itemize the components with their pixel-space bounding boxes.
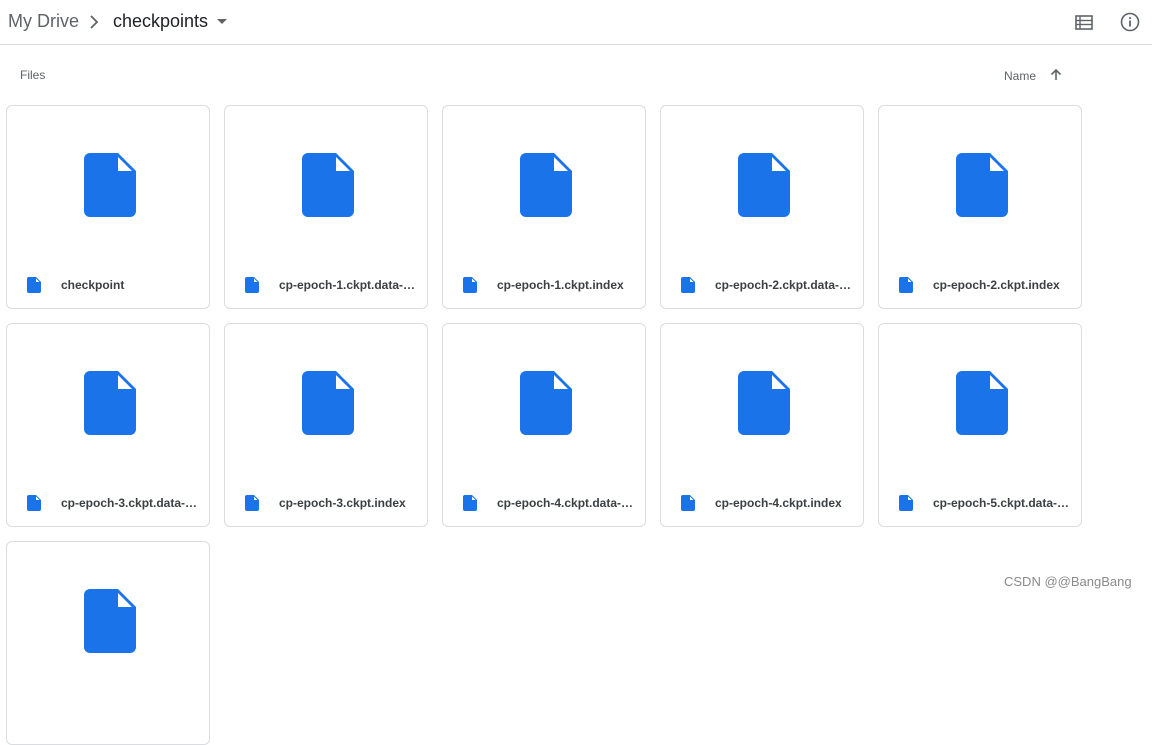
chevron-right-icon: [90, 15, 99, 29]
file-name: cp-epoch-1.ckpt.index: [497, 278, 624, 292]
file-card[interactable]: cp-epoch-1.ckpt.index: [442, 105, 646, 309]
file-icon: [84, 153, 136, 217]
section-title: Files: [20, 68, 46, 82]
file-icon: [245, 277, 259, 293]
file-icon: [738, 371, 790, 435]
file-card[interactable]: cp-epoch-4.ckpt.data-00000-of-00001: [442, 323, 646, 527]
file-card[interactable]: cp-epoch-1.ckpt.data-00000-of-00001: [224, 105, 428, 309]
watermark: CSDN @@BangBang: [1004, 574, 1132, 589]
file-title-row: cp-epoch-1.ckpt.data-00000-of-00001: [225, 274, 427, 300]
file-title-row: cp-epoch-3.ckpt.data-00000-of-00001: [7, 492, 209, 518]
file-title-row: cp-epoch-3.ckpt.index: [225, 492, 427, 518]
file-name: checkpoint: [61, 278, 125, 292]
file-name: cp-epoch-3.ckpt.data-00000-of-00001: [61, 496, 199, 510]
file-icon: [463, 277, 477, 293]
file-name: cp-epoch-5.ckpt.data-00000-of-00001: [933, 496, 1071, 510]
file-card[interactable]: [6, 541, 210, 745]
file-icon: [520, 371, 572, 435]
file-card[interactable]: cp-epoch-4.ckpt.index: [660, 323, 864, 527]
caret-down-icon[interactable]: [217, 19, 227, 25]
file-card[interactable]: cp-epoch-5.ckpt.data-00000-of-00001: [878, 323, 1082, 527]
file-title-row: cp-epoch-5.ckpt.data-00000-of-00001: [879, 492, 1081, 518]
file-icon: [681, 277, 695, 293]
file-card[interactable]: cp-epoch-3.ckpt.data-00000-of-00001: [6, 323, 210, 527]
breadcrumb-my-drive[interactable]: My Drive: [8, 11, 79, 32]
file-icon: [84, 371, 136, 435]
file-icon: [899, 277, 913, 293]
file-card[interactable]: cp-epoch-2.ckpt.data-00000-of-00001: [660, 105, 864, 309]
file-name: cp-epoch-3.ckpt.index: [279, 496, 406, 510]
file-name: cp-epoch-1.ckpt.data-00000-of-00001: [279, 278, 417, 292]
file-title-row: cp-epoch-2.ckpt.index: [879, 274, 1081, 300]
file-icon: [463, 495, 477, 511]
file-icon: [302, 153, 354, 217]
arrow-up-icon[interactable]: [1048, 67, 1064, 83]
file-icon: [899, 495, 913, 511]
file-name: cp-epoch-2.ckpt.index: [933, 278, 1060, 292]
file-title-row: cp-epoch-1.ckpt.index: [443, 274, 645, 300]
file-name: cp-epoch-4.ckpt.data-00000-of-00001: [497, 496, 635, 510]
list-view-icon[interactable]: [1073, 11, 1095, 33]
file-icon: [738, 153, 790, 217]
file-icon: [956, 153, 1008, 217]
file-name: cp-epoch-4.ckpt.index: [715, 496, 842, 510]
file-title-row: checkpoint: [7, 274, 209, 300]
file-icon: [681, 495, 695, 511]
info-icon[interactable]: [1119, 11, 1141, 33]
file-icon: [245, 495, 259, 511]
file-icon: [520, 153, 572, 217]
sort-by-name-button[interactable]: Name: [1004, 69, 1036, 83]
file-icon: [27, 495, 41, 511]
file-card[interactable]: checkpoint: [6, 105, 210, 309]
file-card[interactable]: cp-epoch-3.ckpt.index: [224, 323, 428, 527]
top-bar: My Drive checkpoints: [0, 0, 1152, 45]
file-icon: [302, 371, 354, 435]
file-title-row: cp-epoch-2.ckpt.data-00000-of-00001: [661, 274, 863, 300]
file-name: cp-epoch-2.ckpt.data-00000-of-00001: [715, 278, 853, 292]
breadcrumb-current-folder[interactable]: checkpoints: [113, 11, 208, 32]
file-title-row: cp-epoch-4.ckpt.index: [661, 492, 863, 518]
file-card[interactable]: cp-epoch-2.ckpt.index: [878, 105, 1082, 309]
file-icon: [27, 277, 41, 293]
file-title-row: cp-epoch-4.ckpt.data-00000-of-00001: [443, 492, 645, 518]
file-icon: [956, 371, 1008, 435]
